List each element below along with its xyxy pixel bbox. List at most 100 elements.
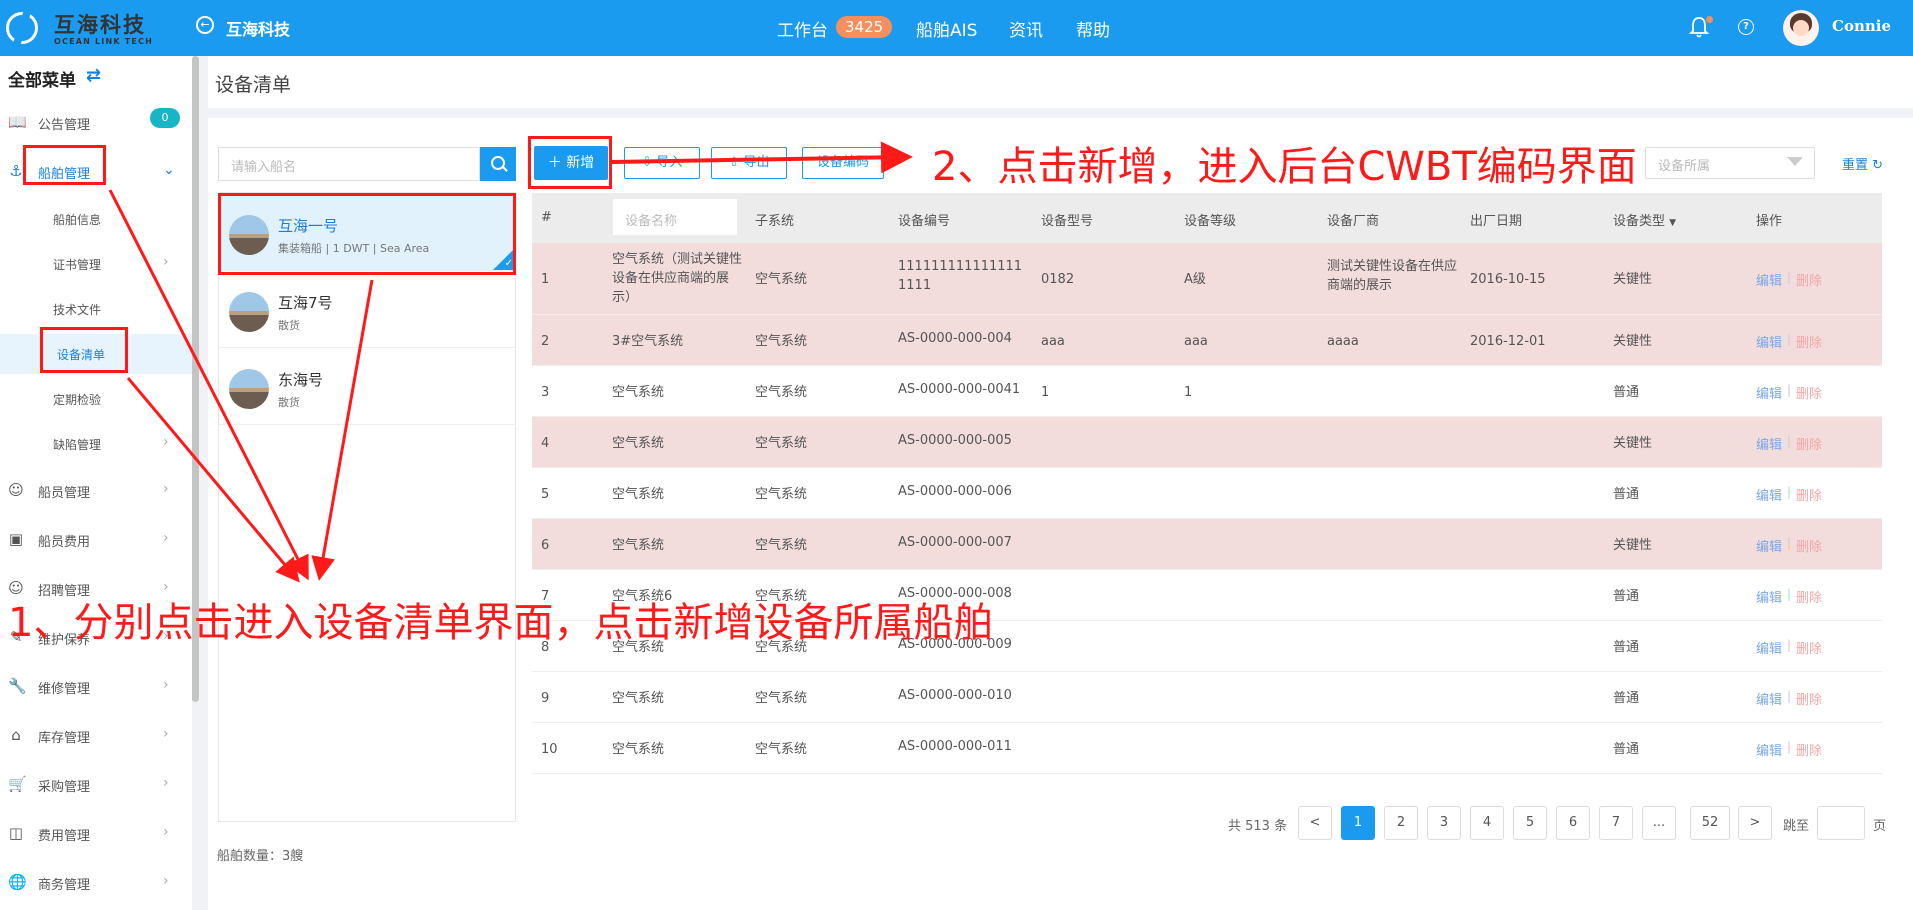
nav-help[interactable]: 帮助 — [1076, 16, 1110, 41]
equipment-code-button[interactable]: 设备编码 — [802, 147, 884, 179]
sidebar-item-crew-costs[interactable]: ▣ 船员费用 › — [0, 520, 192, 560]
sidebar-item-certificates[interactable]: 证书管理 › — [0, 244, 192, 284]
sidebar-item-label: 公告管理 — [38, 118, 91, 133]
ship-item-donghai[interactable]: 东海号 散货 — [219, 349, 515, 425]
delete-link[interactable]: 删除 — [1796, 485, 1822, 504]
annotation-step-2: 2、点击新增，进入后台CWBT编码界面 — [932, 144, 1637, 190]
prev-page-button[interactable]: < — [1298, 806, 1332, 840]
next-page-button[interactable]: > — [1738, 806, 1772, 840]
edit-link[interactable]: 编辑 — [1756, 270, 1782, 289]
nav-workbench[interactable]: 工作台 — [777, 16, 828, 41]
cell-subsystem: 空气系统 — [755, 334, 808, 349]
wallet-icon: ▣ — [8, 530, 24, 548]
delete-link[interactable]: 删除 — [1796, 270, 1822, 289]
nav-ship-ais[interactable]: 船舶AIS — [916, 16, 977, 41]
sidebar-item-defects[interactable]: 缺陷管理 › — [0, 424, 192, 464]
sidebar-item-purchasing[interactable]: 🛒 采购管理 › — [0, 765, 192, 805]
total-count: 共 513 条 — [1228, 819, 1288, 834]
app-logo[interactable]: 互海科技 OCEAN LINK TECH — [6, 8, 152, 48]
search-icon[interactable] — [480, 147, 516, 181]
swap-icon[interactable]: ⇄ — [86, 65, 101, 86]
jump-page-input[interactable] — [1817, 806, 1865, 840]
cell-model: 1 — [1041, 385, 1050, 400]
nav-news[interactable]: 资讯 — [1009, 16, 1043, 41]
edit-link[interactable]: 编辑 — [1756, 740, 1782, 759]
delete-link[interactable]: 删除 — [1796, 332, 1822, 351]
page-button[interactable]: 4 — [1470, 806, 1504, 840]
annotation-step-1: 1、分别点击进入设备清单界面，点击新增设备所属船舶 — [8, 600, 994, 646]
cart-icon: 🛒 — [8, 775, 27, 793]
logo-mark-icon — [6, 12, 38, 44]
cell-index: 3 — [541, 385, 550, 400]
ship-count-label: 船舶数量： — [217, 849, 283, 864]
delete-link[interactable]: 删除 — [1796, 587, 1822, 606]
cell-type: 关键性 — [1613, 436, 1653, 451]
cell-type: 关键性 — [1613, 538, 1653, 553]
cell-type: 普通 — [1613, 487, 1640, 502]
equipment-name-filter[interactable]: 设备名称 — [612, 198, 738, 236]
ship-item-hh7[interactable]: 互海7号 散货 — [219, 272, 515, 348]
edit-link[interactable]: 编辑 — [1756, 332, 1782, 351]
delete-link[interactable]: 删除 — [1796, 638, 1822, 657]
avatar[interactable] — [1783, 10, 1819, 46]
cell-code: AS-0000-000-006 — [898, 484, 1012, 499]
edit-link[interactable]: 编辑 — [1756, 536, 1782, 555]
sidebar-item-expenses[interactable]: ◫ 费用管理 › — [0, 814, 192, 854]
anchor-icon: ⚓ — [9, 162, 23, 180]
col-type[interactable]: 设备类型 ▼ — [1613, 210, 1676, 229]
delete-link[interactable]: 删除 — [1796, 434, 1822, 453]
sidebar-item-label: 商务管理 — [38, 878, 91, 893]
page-button[interactable]: 3 — [1427, 806, 1461, 840]
cell-index: 10 — [541, 742, 558, 757]
ship-search-input[interactable]: 请输入船名 — [218, 147, 480, 181]
delete-link[interactable]: 删除 — [1796, 536, 1822, 555]
sidebar-item-label: 维修管理 — [38, 682, 91, 697]
sidebar-item-inventory[interactable]: ⌂ 库存管理 › — [0, 716, 192, 756]
edit-link[interactable]: 编辑 — [1756, 638, 1782, 657]
delete-link[interactable]: 删除 — [1796, 689, 1822, 708]
company-name[interactable]: 互海科技 — [226, 16, 290, 40]
sidebar-item-label: 船员管理 — [38, 486, 91, 501]
delete-link[interactable]: 删除 — [1796, 383, 1822, 402]
cell-index: 9 — [541, 691, 550, 706]
sidebar-item-repairs[interactable]: 🔧 维修管理 › — [0, 667, 192, 707]
reset-button[interactable]: 重置 ↻ — [1842, 154, 1883, 173]
ship-name: 东海号 — [278, 371, 324, 389]
page-button[interactable]: 52 — [1690, 806, 1730, 840]
back-icon[interactable]: ← — [196, 16, 214, 34]
filter-icon[interactable] — [1787, 157, 1803, 166]
cell-name: 空气系统 — [612, 385, 665, 400]
page-ellipsis[interactable]: ... — [1642, 806, 1676, 840]
page-button[interactable]: 6 — [1556, 806, 1590, 840]
ship-desc: 散货 — [278, 319, 300, 332]
sidebar-item-ship-info[interactable]: 船舶信息 — [0, 199, 192, 239]
edit-link[interactable]: 编辑 — [1756, 689, 1782, 708]
edit-link[interactable]: 编辑 — [1756, 485, 1782, 504]
sidebar-item-tech-docs[interactable]: 技术文件 — [0, 289, 192, 329]
page-button[interactable]: 7 — [1599, 806, 1633, 840]
username[interactable]: Connie — [1832, 17, 1891, 35]
notice-count-badge: 0 — [150, 108, 180, 128]
import-icon: ⇩ — [641, 155, 653, 170]
edit-link[interactable]: 编辑 — [1756, 434, 1782, 453]
import-button[interactable]: ⇩ 导入 — [624, 147, 700, 179]
action-separator: | — [1787, 434, 1792, 448]
sidebar-item-crew[interactable]: ☺ 船员管理 › — [0, 471, 192, 511]
sidebar-item-inspections[interactable]: 定期检验 — [0, 379, 192, 419]
cell-type: 普通 — [1613, 742, 1640, 757]
page-button[interactable]: 5 — [1513, 806, 1547, 840]
cell-type: 普通 — [1613, 691, 1640, 706]
action-separator: | — [1787, 332, 1792, 346]
delete-link[interactable]: 删除 — [1796, 740, 1822, 759]
cell-code: AS-0000-000-004 — [898, 331, 1012, 346]
edit-link[interactable]: 编辑 — [1756, 383, 1782, 402]
help-icon[interactable]: ? — [1738, 19, 1754, 35]
sidebar-title: 全部菜单 — [8, 71, 76, 91]
page-button[interactable]: 1 — [1341, 806, 1375, 840]
cell-subsystem: 空气系统 — [755, 538, 808, 553]
export-button[interactable]: ⇧ 导出 — [711, 147, 787, 179]
sidebar-item-business[interactable]: 🌐 商务管理 › — [0, 863, 192, 903]
edit-link[interactable]: 编辑 — [1756, 587, 1782, 606]
sidebar-item-label: 费用管理 — [38, 829, 91, 844]
page-button[interactable]: 2 — [1384, 806, 1418, 840]
